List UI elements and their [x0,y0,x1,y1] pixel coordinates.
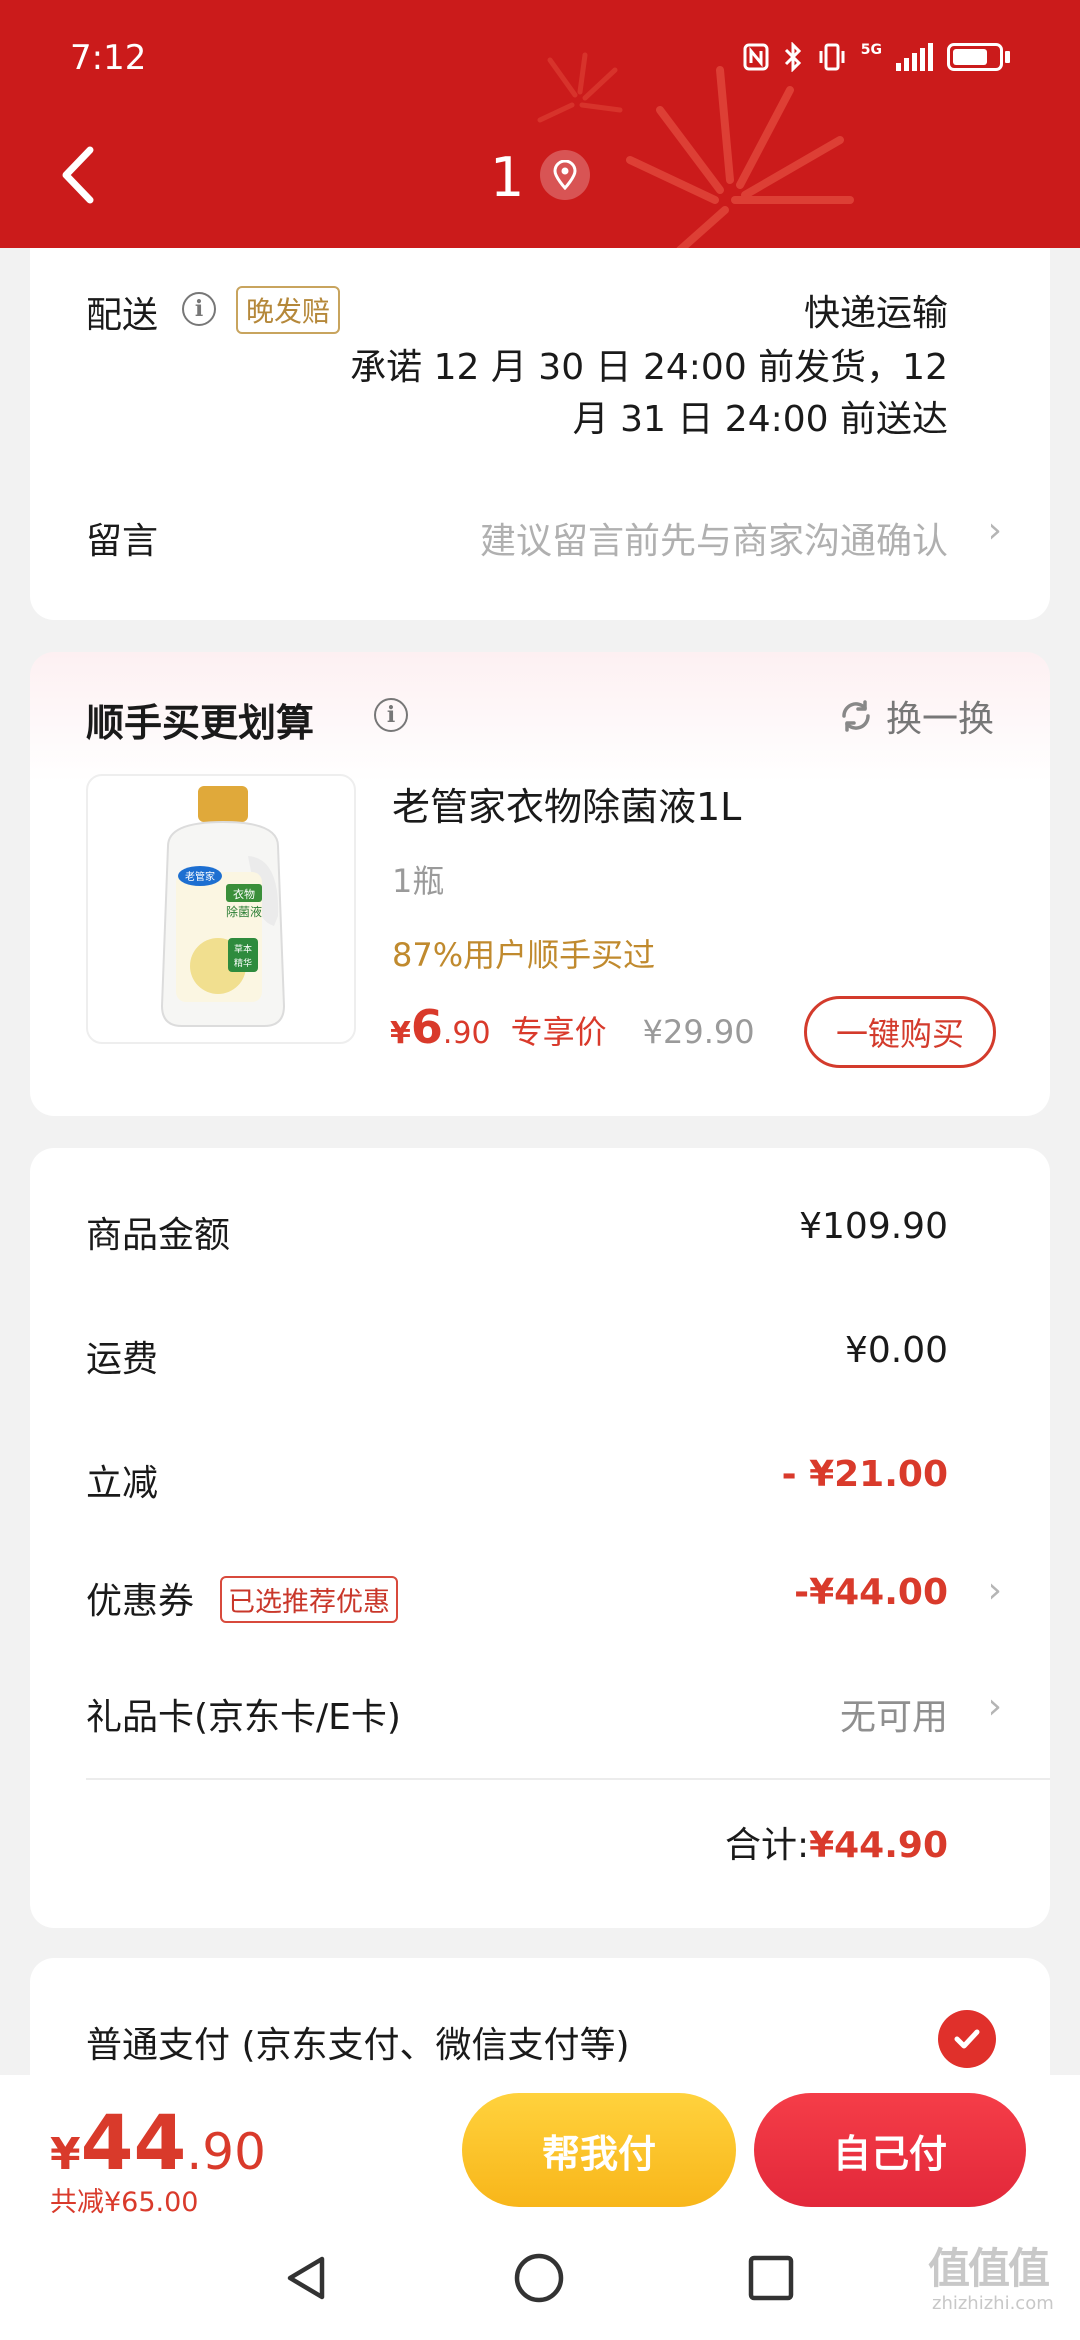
header-bar: 7:12 5G 1 [0,0,1080,248]
addon-title: 顺手买更划算 [86,701,315,745]
coupon-recommended-tag: 已选推荐优惠 [220,1576,398,1623]
price-decimal: .90 [442,1016,491,1051]
signal-icon [896,43,933,71]
checkout-price-decimal: .90 [186,2123,266,2181]
total-label: 合计: [724,1825,810,1866]
coupon-value: -¥44.00 [794,1572,948,1613]
status-icons: 5G [743,42,1010,72]
checkout-price: ¥ 44 .90 [50,2098,266,2187]
page-title: 1 [490,146,525,209]
watermark-url: zhizhizhi.com [932,2293,1054,2314]
chevron-right-icon: › [987,510,1002,551]
nfc-icon [743,43,769,71]
network-label: 5G [860,42,882,58]
delivery-method: 快递运输 [803,293,948,334]
coupon-row[interactable]: 优惠券 已选推荐优惠 -¥44.00 › [30,1548,1050,1648]
check-icon [954,2029,980,2049]
delivery-promise-line2: 月 31 日 24:00 前送达 [572,399,948,440]
nav-back-icon[interactable] [282,2253,332,2303]
svg-text:衣物: 衣物 [233,887,255,901]
message-placeholder: 建议留言前先与商家沟通确认 [479,521,948,562]
checkout-saved: 共减¥65.00 [50,2187,199,2218]
status-time: 7:12 [70,38,147,78]
system-nav-bar: 值值值 zhizhizhi.com [0,2215,1080,2340]
product-popularity: 87%用户顺手买过 [392,936,656,974]
back-arrow-icon[interactable] [52,140,112,210]
total-row: 合计: ¥44.90 [725,1816,948,1868]
info-icon[interactable]: i [182,292,216,326]
product-price: ¥ 6 .90 专享价 ¥29.90 [390,1000,755,1054]
watermark-logo: 值值值 [928,2244,1050,2293]
svg-text:草本: 草本 [234,943,252,955]
product-quantity: 1瓶 [392,862,445,900]
price-integer: 6 [410,1000,443,1054]
refresh-button[interactable]: 换一换 [838,690,994,742]
nav-recents-icon[interactable] [746,2253,796,2303]
battery-icon [947,43,1003,71]
vibrate-icon [819,43,845,71]
shipping-label: 运费 [86,1339,159,1380]
goods-amount-label: 商品金额 [86,1215,231,1256]
self-pay-button[interactable]: 自己付 [754,2093,1026,2207]
svg-text:除菌液: 除菌液 [226,904,262,919]
refresh-label: 换一换 [885,699,994,740]
goods-amount-value: ¥109.90 [799,1206,948,1247]
nav-home-icon[interactable] [512,2251,566,2305]
summary-card: 商品金额 ¥109.90 运费 ¥0.00 立减 - ¥21.00 优惠券 已选… [30,1148,1050,1928]
original-price: ¥29.90 [642,1013,755,1051]
payment-checkbox[interactable] [938,2010,996,2068]
one-click-buy-button[interactable]: 一键购买 [804,996,996,1068]
help-pay-button[interactable]: 帮我付 [462,2093,736,2207]
message-label: 留言 [86,521,159,562]
product-name[interactable]: 老管家衣物除菌液1L [392,776,741,831]
product-image[interactable]: 老管家 衣物 除菌液 草本 精华 [86,774,356,1044]
location-pin-icon[interactable] [540,150,590,200]
addon-card: 顺手买更划算 i 换一换 老管家 衣物 除菌液 草本 精华 老管家衣物除菌液1L… [30,652,1050,1116]
delivery-card: 配送 i 晚发赔 快递运输 承诺 12 月 30 日 24:00 前发货，12 … [30,248,1050,620]
delivery-promise-line1: 承诺 12 月 30 日 24:00 前发货，12 [350,347,948,388]
coupon-label: 优惠券 [86,1581,195,1622]
brand-logo-text: 老管家 [185,870,215,883]
chevron-right-icon: › [987,1570,1002,1611]
price-tag: 专享价 [510,1013,607,1051]
battery-tip [1005,51,1010,63]
svg-text:精华: 精华 [234,957,252,969]
discount-label: 立减 [86,1463,159,1504]
delivery-label: 配送 [86,295,159,336]
refresh-icon [842,700,870,732]
checkout-price-integer: 44 [80,2098,187,2187]
checkout-price-symbol: ¥ [50,2129,81,2180]
giftcard-label: 礼品卡(京东卡/E卡) [86,1697,401,1738]
giftcard-value: 无可用 [839,1697,948,1738]
message-row[interactable]: 留言 建议留言前先与商家沟通确认 › [30,488,1050,588]
detergent-bottle-image: 老管家 衣物 除菌液 草本 精华 [160,786,286,1027]
shipping-value: ¥0.00 [844,1330,948,1371]
price-symbol: ¥ [390,1016,411,1051]
fireworks-decoration [537,52,854,248]
total-value: ¥44.90 [809,1825,948,1866]
payment-method-label: 普通支付 (京东支付、微信支付等) [86,2025,630,2066]
info-icon[interactable]: i [374,698,408,732]
chevron-right-icon: › [987,1686,1002,1727]
bluetooth-icon [784,42,801,72]
discount-value: - ¥21.00 [781,1454,948,1495]
divider [86,1778,1050,1780]
late-compensation-tag: 晚发赔 [236,286,341,334]
giftcard-row[interactable]: 礼品卡(京东卡/E卡) 无可用 › [30,1664,1050,1764]
